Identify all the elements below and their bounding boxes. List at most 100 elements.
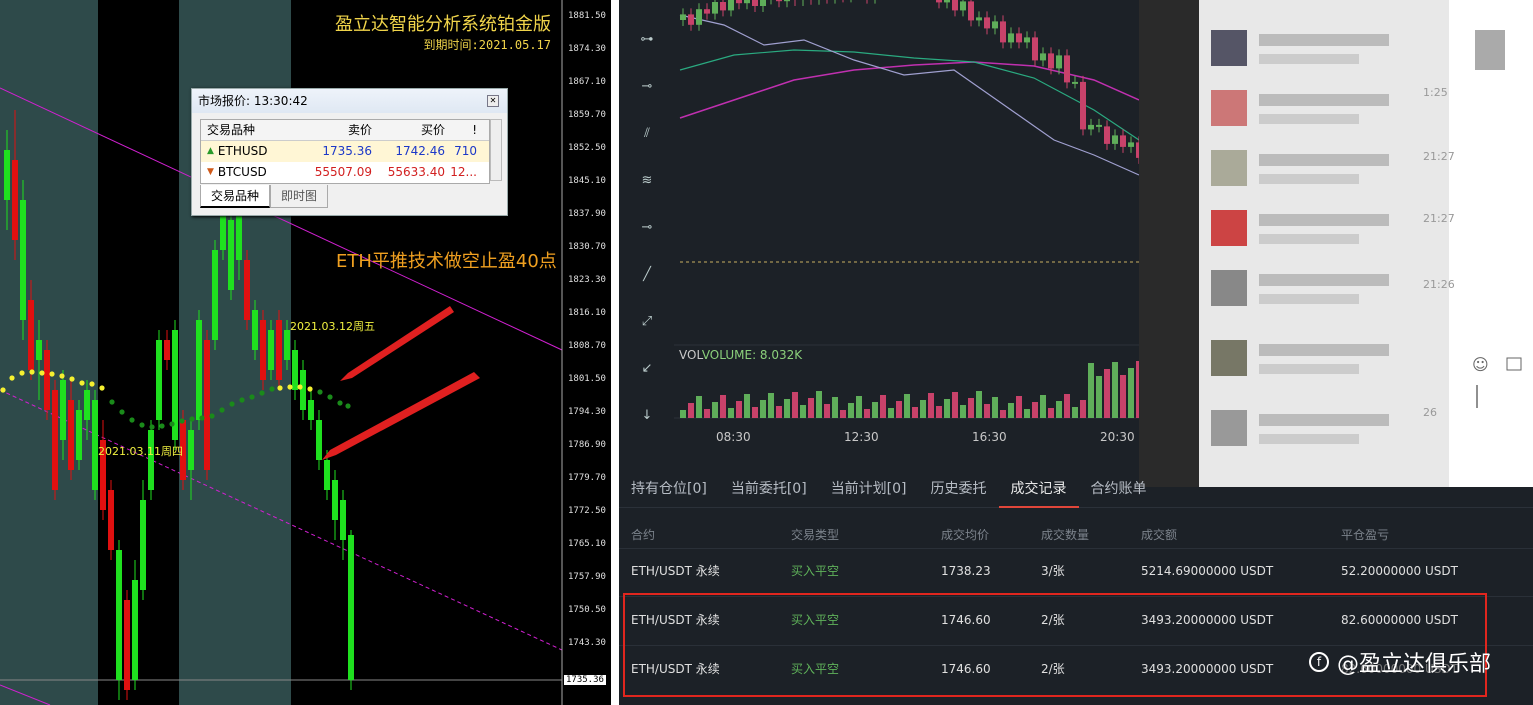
- candle-body: [68, 400, 74, 470]
- kline-body: [744, 0, 750, 4]
- volume-bar: [1072, 407, 1078, 418]
- tab-tick-chart[interactable]: 即时图: [270, 185, 329, 208]
- ray-tool-icon[interactable]: ⊸: [639, 220, 655, 236]
- price-tick: 1852.50: [568, 143, 606, 153]
- blur-text: [1259, 154, 1389, 166]
- volume-bar: [904, 394, 910, 418]
- price-tick: 1830.70: [568, 242, 606, 252]
- price-tick: 1881.50: [568, 11, 606, 21]
- indicator-dot: [219, 407, 225, 413]
- symbol-name: ETHUSD: [217, 144, 268, 158]
- arrow-tool-icon[interactable]: ↙: [639, 361, 655, 377]
- kline-body: [1072, 81, 1078, 84]
- tab-trade-history[interactable]: 成交记录: [998, 468, 1079, 508]
- tab-bills[interactable]: 合约账单: [1079, 468, 1159, 508]
- cell-price: 1738.23: [941, 564, 991, 578]
- price-tick: 1808.70: [568, 341, 606, 351]
- candle-body: [276, 320, 282, 380]
- market-watch-window[interactable]: 市场报价: 13:30:42 ✕ 交易品种 卖价 买价 ! ▲ ETHUSD 17…: [191, 88, 508, 216]
- tab-plans[interactable]: 当前计划[0]: [819, 468, 919, 508]
- volume-bar: [992, 397, 998, 418]
- header-symbol[interactable]: 交易品种: [201, 120, 306, 140]
- kline-body: [1048, 53, 1054, 69]
- kline-body: [1120, 135, 1126, 147]
- blur-time: 1:25: [1423, 86, 1448, 99]
- header-flag[interactable]: !: [449, 120, 481, 140]
- kline-chart[interactable]: [674, 0, 1139, 465]
- quote-row[interactable]: ▼ BTCUSD 55507.09 55633.40 12...: [201, 162, 489, 183]
- indicator-dot: [119, 409, 125, 415]
- trade-row[interactable]: ETH/USDT 永续 买入平空 1738.23 3/张 5214.690000…: [631, 547, 1511, 595]
- horizontal-line-icon[interactable]: ⊸: [639, 79, 655, 95]
- volume-bar: [784, 399, 790, 418]
- volume-bar: [1088, 363, 1094, 418]
- indicator-dot: [199, 415, 205, 421]
- blur-text: [1259, 174, 1359, 184]
- kline-body: [784, 0, 790, 2]
- kline-body: [1040, 53, 1046, 61]
- volume-bar: [896, 401, 902, 418]
- volume-bar: [1024, 409, 1030, 418]
- price-tick: 1801.50: [568, 374, 606, 384]
- highlight-box: [623, 593, 1487, 697]
- blur-time: 21:27: [1423, 212, 1455, 225]
- tab-order-history[interactable]: 历史委托: [919, 468, 999, 508]
- drawing-toolbar: ⊶ ⊸ ⫽ ≋ ⊸ ╱ ⤢ ↙ ↓: [619, 0, 674, 465]
- kline-body: [720, 1, 726, 11]
- price-tick: 1867.10: [568, 77, 606, 87]
- kline-body: [1096, 124, 1102, 127]
- header-bid[interactable]: 卖价: [306, 120, 376, 140]
- volume-bar: [760, 400, 766, 418]
- kline-body: [1104, 126, 1110, 144]
- scrollbar[interactable]: [490, 119, 502, 181]
- volume-bar: [928, 393, 934, 418]
- blur-text: [1259, 344, 1389, 356]
- kline-body: [944, 0, 950, 3]
- tab-symbols[interactable]: 交易品种: [200, 185, 271, 208]
- volume-bar: [1096, 376, 1102, 418]
- price-tick: 1779.70: [568, 473, 606, 483]
- candle-body: [188, 430, 194, 470]
- blur-text: [1259, 294, 1359, 304]
- annotation-arrow: [322, 372, 480, 460]
- blur-time: 26: [1423, 406, 1437, 419]
- volume-bar: [888, 408, 894, 418]
- candle-body: [132, 580, 138, 680]
- down-arrow-tool-icon[interactable]: ↓: [639, 408, 655, 424]
- segment-tool-icon[interactable]: ⤢: [639, 314, 655, 330]
- volume-bar: [792, 392, 798, 418]
- volume-bar: [1048, 408, 1054, 418]
- blur-text: [1259, 214, 1389, 226]
- kline-body: [1016, 33, 1022, 43]
- tab-open-orders[interactable]: 当前委托[0]: [719, 468, 819, 508]
- volume-bar: [712, 402, 718, 418]
- candle-body: [196, 320, 202, 420]
- mt4-chart-window[interactable]: 1881.50 1874.30 1867.10 1859.70 1852.50 1845.…: [0, 0, 611, 705]
- pencil-icon[interactable]: ╱: [639, 267, 655, 283]
- indicator-dot: [317, 389, 323, 395]
- exchange-window: ⊶ ⊸ ⫽ ≋ ⊸ ╱ ⤢ ↙ ↓ VOLVOLUME: 8.032K 08:3…: [619, 0, 1533, 705]
- candle-body: [244, 260, 250, 320]
- blur-time: 21:26: [1423, 278, 1455, 291]
- bid-price: 1735.36: [322, 144, 372, 158]
- indicator-dot: [179, 418, 185, 424]
- volume-bar: [680, 410, 686, 418]
- quote-row[interactable]: ▲ ETHUSD 1735.36 1742.46 710: [201, 141, 489, 162]
- candle-body: [260, 320, 266, 380]
- channel-tool-icon[interactable]: ⫽: [639, 126, 655, 142]
- volume-bar: [1008, 403, 1014, 418]
- indicator-dot: [189, 416, 195, 422]
- indicator-dot: [345, 403, 351, 409]
- volume-bar: [752, 407, 758, 418]
- blur-text: [1259, 114, 1359, 124]
- up-arrow-icon: ▲: [207, 146, 214, 156]
- header-ask[interactable]: 买价: [376, 120, 449, 140]
- fib-tool-icon[interactable]: ≋: [639, 173, 655, 189]
- close-icon[interactable]: ✕: [487, 95, 499, 107]
- candle-body: [268, 330, 274, 370]
- candle-body: [140, 500, 146, 590]
- kline-body: [760, 0, 766, 6]
- trend-line: [0, 389, 563, 651]
- line-tool-icon[interactable]: ⊶: [639, 32, 655, 48]
- tab-positions[interactable]: 持有仓位[0]: [619, 468, 719, 508]
